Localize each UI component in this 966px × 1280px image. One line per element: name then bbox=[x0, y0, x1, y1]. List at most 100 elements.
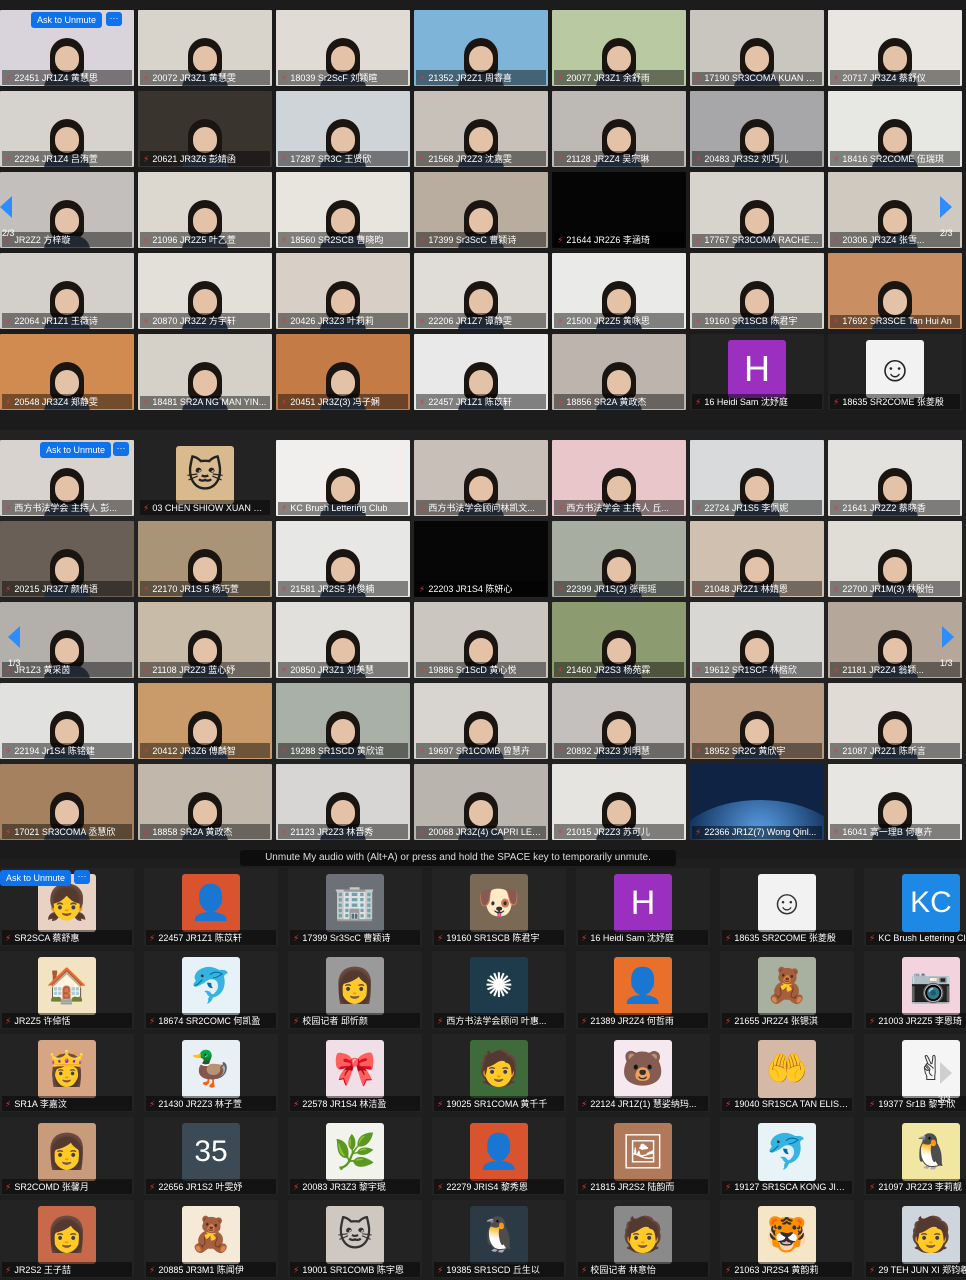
participant-tile[interactable]: 🐬 ⚡ 18674 SR2COMC 何凯盈 bbox=[144, 951, 278, 1029]
participant-tile[interactable]: ⚡ 20870 JR3Z2 方宇轩 bbox=[138, 253, 272, 329]
more-options-button[interactable]: ··· bbox=[74, 870, 90, 884]
previous-page-icon[interactable] bbox=[0, 196, 12, 218]
participant-tile[interactable]: 🐬 ⚡ 19127 SR1SCA KONG JIA... bbox=[720, 1117, 854, 1195]
participant-tile[interactable]: ⚡ 21087 JR2Z1 陈昕言 bbox=[828, 683, 962, 759]
participant-tile[interactable]: ⚡ 18952 SR2C 黄欣宇 bbox=[690, 683, 824, 759]
participant-tile[interactable]: ⚡ 21460 JR2S3 杨苑霖 bbox=[552, 602, 686, 678]
participant-tile[interactable]: ⚡ 20483 JR3S2 刘巧儿 bbox=[690, 91, 824, 167]
participant-tile[interactable]: 👩 ⚡ SR2COMD 张馨月 bbox=[0, 1117, 134, 1195]
participant-tile[interactable]: 🐱 ⚡ 19001 SR1COMB 陈宇恩 bbox=[288, 1200, 422, 1278]
participant-tile[interactable]: ⚡ 17021 SR3COMA 丞慧欣 bbox=[0, 764, 134, 840]
participant-tile[interactable]: ⚡ 20215 JR3Z7 颜倩语 bbox=[0, 521, 134, 597]
participant-tile[interactable]: ✺ ⚡ 西方书法学会顾问 叶惠... bbox=[432, 951, 566, 1029]
participant-tile[interactable]: ⚡ 20451 JR3Z(3) 冯子娴 bbox=[276, 334, 410, 410]
participant-tile[interactable]: 👤 ⚡ 22279 JRIS4 黎秀恩 bbox=[432, 1117, 566, 1195]
participant-tile[interactable]: ⚡ 22170 JR1S 5 杨巧萱 bbox=[138, 521, 272, 597]
participant-tile[interactable]: ⚡ 22203 JR1S4 陈妍心 bbox=[414, 521, 548, 597]
participant-tile[interactable]: 🐧 ⚡ 21097 JR2Z3 李莉靓 bbox=[864, 1117, 966, 1195]
participant-tile[interactable]: ⚡ 21352 JR2Z1 周睿喜 bbox=[414, 10, 548, 86]
participant-tile[interactable]: ⚡ 18481 SR2A NG MAN YIN... bbox=[138, 334, 272, 410]
participant-tile[interactable]: ⚡ 22206 JR1Z7 谭静雯 bbox=[414, 253, 548, 329]
participant-tile[interactable]: 🧑 ⚡ 校园记者 林意怡 bbox=[576, 1200, 710, 1278]
participant-tile[interactable]: ⚡ 21128 JR2Z4 吴宗琳 bbox=[552, 91, 686, 167]
participant-tile[interactable]: H ⚡ 16 Heidi Sam 沈妤庭 bbox=[576, 868, 710, 946]
participant-tile[interactable]: ⚡ 19886 Sr1ScD 黄心悦 bbox=[414, 602, 548, 678]
participant-tile[interactable]: ⚡ 17190 SR3COMA KUAN K... bbox=[690, 10, 824, 86]
participant-tile[interactable]: 🐱 ⚡ 03 CHEN SHIOW XUAN 曾晓... bbox=[138, 440, 272, 516]
participant-tile[interactable]: ⚡ 18039 Sr2ScF 刘颖暄 bbox=[276, 10, 410, 86]
participant-tile[interactable]: ⚡ 22294 JR1Z4 吕洧萱 bbox=[0, 91, 134, 167]
participant-tile[interactable]: ⚡ 20621 JR3Z6 彭婧函 bbox=[138, 91, 272, 167]
participant-tile[interactable]: ⚡ 19160 SR1SCB 陈君宇 bbox=[690, 253, 824, 329]
participant-tile[interactable]: ⚡ 21568 JR2Z3 沈嘉雯 bbox=[414, 91, 548, 167]
participant-tile[interactable]: 🐯 ⚡ 21063 JR2S4 黄韵莉 bbox=[720, 1200, 854, 1278]
participant-tile[interactable]: 👩 ⚡ 校园记者 邱忻颜 bbox=[288, 951, 422, 1029]
participant-tile[interactable]: ⚡ 22457 JR1Z1 陈苡轩 bbox=[414, 334, 548, 410]
more-options-button[interactable]: ··· bbox=[113, 442, 129, 456]
participant-tile[interactable]: ⚡ 西方书法学会顾问林凯文... bbox=[414, 440, 548, 516]
participant-tile[interactable]: ⚡ 17399 Sr3ScC 曹颖诗 bbox=[414, 172, 548, 248]
participant-tile[interactable]: 🌿 ⚡ 20083 JR3Z3 黎宇珉 bbox=[288, 1117, 422, 1195]
participant-tile[interactable]: ⚡ 22064 JR1Z1 王薇诗 bbox=[0, 253, 134, 329]
participant-tile[interactable]: ⚡ 21644 JR2Z6 李涵琦 bbox=[552, 172, 686, 248]
participant-tile[interactable]: 🖼 ⚡ 21815 JR2S2 陆韵而 bbox=[576, 1117, 710, 1195]
participant-tile[interactable]: ⚡ 21500 JR2Z5 黄咏思 bbox=[552, 253, 686, 329]
participant-tile[interactable]: 👸 ⚡ SR1A 李嘉汶 bbox=[0, 1034, 134, 1112]
participant-tile[interactable]: ⚡ 20426 JR3Z3 叶莉莉 bbox=[276, 253, 410, 329]
participant-tile[interactable]: ⚡ 18858 SR2A 黄政杰 bbox=[138, 764, 272, 840]
participant-tile[interactable]: 🎀 ⚡ 22578 JR1S4 林洁盈 bbox=[288, 1034, 422, 1112]
participant-tile[interactable]: ⚡ 22700 JR1M(3) 林殷怡 bbox=[828, 521, 962, 597]
participant-tile[interactable]: ⚡ KC Brush Lettering Club bbox=[276, 440, 410, 516]
participant-tile[interactable]: ⚡ 20850 JR3Z1 刘美慧 bbox=[276, 602, 410, 678]
participant-tile[interactable]: ⚡ 20072 JR3Z1 黄慧雯 bbox=[138, 10, 272, 86]
participant-tile[interactable]: ☺ ⚡ 18635 SR2COME 张菱殷 bbox=[720, 868, 854, 946]
participant-tile[interactable]: ⚡ 21641 JR2Z2 蔡晓香 bbox=[828, 440, 962, 516]
participant-tile[interactable]: 🏠 ⚡ JR2Z5 许倬恬 bbox=[0, 951, 134, 1029]
participant-tile[interactable]: ⚡ 17692 SR3SCE Tan Hui An bbox=[828, 253, 962, 329]
participant-tile[interactable]: ⚡ 20717 JR3Z4 蔡舒仪 bbox=[828, 10, 962, 86]
participant-tile[interactable]: H ⚡ 16 Heidi Sam 沈妤庭 bbox=[690, 334, 824, 410]
participant-tile[interactable]: ⚡ 19288 SR1SCD 黄欣谊 bbox=[276, 683, 410, 759]
participant-tile[interactable]: 🐧 ⚡ 19385 SR1SCD 丘生以 bbox=[432, 1200, 566, 1278]
participant-tile[interactable]: ⚡ 19697 SR1COMB 曾慧卉 bbox=[414, 683, 548, 759]
ask-to-unmute-button[interactable]: Ask to Unmute bbox=[31, 12, 103, 28]
participant-tile[interactable]: ⚡ 22724 JR1S5 李佩妮 bbox=[690, 440, 824, 516]
participant-tile[interactable]: 🧸 ⚡ 20885 JR3M1 陈闻伊 bbox=[144, 1200, 278, 1278]
participant-tile[interactable]: ⚡ 22366 JR1Z(7) Wong Qinl... bbox=[690, 764, 824, 840]
participant-tile[interactable]: 🧑 ⚡ 19025 SR1COMA 黄千千 bbox=[432, 1034, 566, 1112]
participant-tile[interactable]: ⚡ 22194 Jr1S4 陈铭建 bbox=[0, 683, 134, 759]
participant-tile[interactable]: 🧑 ⚡ 29 TEH JUN XI 郑钧羲 bbox=[864, 1200, 966, 1278]
participant-tile[interactable]: ⚡ 16041 高一理B 何惠卉 bbox=[828, 764, 962, 840]
participant-tile[interactable]: ⚡ 21096 JR2Z5 叶乙萱 bbox=[138, 172, 272, 248]
ask-to-unmute-button[interactable]: Ask to Unmute bbox=[40, 442, 112, 458]
next-page-icon[interactable] bbox=[942, 626, 954, 648]
participant-tile[interactable]: ⚡ JR2Z2 方梓璇 bbox=[0, 172, 134, 248]
participant-tile[interactable]: ⚡ 20548 JR3Z4 郑静雯 bbox=[0, 334, 134, 410]
participant-tile[interactable]: 🧸 ⚡ 21655 JR2Z4 张锶淇 bbox=[720, 951, 854, 1029]
participant-tile[interactable]: ⚡ 18416 SR2COME 伍瑞琪 bbox=[828, 91, 962, 167]
participant-tile[interactable]: ⚡ 21581 JR2S5 孙俊楠 bbox=[276, 521, 410, 597]
participant-tile[interactable]: ⚡ 18856 SR2A 黄政杰 bbox=[552, 334, 686, 410]
participant-tile[interactable]: ⚡ 20077 JR3Z1 余舒雨 bbox=[552, 10, 686, 86]
participant-tile[interactable]: ⚡ 17287 SR3C 王贤欣 bbox=[276, 91, 410, 167]
participant-tile[interactable]: ⚡ 21048 JR2Z1 林婧恩 bbox=[690, 521, 824, 597]
participant-tile[interactable]: 🤲 ⚡ 19040 SR1SCA TAN ELISE... bbox=[720, 1034, 854, 1112]
participant-tile[interactable]: ⚡ 21015 JR2Z3 苏可儿 bbox=[552, 764, 686, 840]
participant-tile[interactable]: ⚡ 西方书法学会 主持人 丘... bbox=[552, 440, 686, 516]
previous-page-icon[interactable] bbox=[8, 626, 20, 648]
participant-tile[interactable]: ⚡ 20892 JR3Z3 刘明慧 bbox=[552, 683, 686, 759]
participant-tile[interactable]: 🐻 ⚡ 22124 JR1Z(1) 慧娑纳玛... bbox=[576, 1034, 710, 1112]
participant-tile[interactable]: ⚡ 22399 JR1S(2) 张雨瑶 bbox=[552, 521, 686, 597]
participant-tile[interactable]: ☺ ⚡ 18635 SR2COME 张菱殷 bbox=[828, 334, 962, 410]
participant-tile[interactable]: 🦆 ⚡ 21430 JR2Z3 林子萱 bbox=[144, 1034, 278, 1112]
participant-tile[interactable]: 📷 ⚡ 21003 JR2Z5 李恩琦 bbox=[864, 951, 966, 1029]
participant-tile[interactable]: 🐶 ⚡ 19160 SR1SCB 陈君宇 bbox=[432, 868, 566, 946]
next-page-icon[interactable] bbox=[940, 196, 952, 218]
participant-tile[interactable]: ⚡ 18560 SR2SCB 曹晓昀 bbox=[276, 172, 410, 248]
participant-tile[interactable]: 👩 ⚡ JR2S2 王子喆 bbox=[0, 1200, 134, 1278]
participant-tile[interactable]: 🏢 ⚡ 17399 Sr3ScC 曹颖诗 bbox=[288, 868, 422, 946]
participant-tile[interactable]: ⚡ 21108 JR2Z3 蓝心妤 bbox=[138, 602, 272, 678]
participant-tile[interactable]: ⚡ 19612 SR1SCF 林楷欣 bbox=[690, 602, 824, 678]
participant-tile[interactable]: KC ⚡ KC Brush Lettering Club bbox=[864, 868, 966, 946]
participant-tile[interactable]: ⚡ 21123 JR2Z3 林晋秀 bbox=[276, 764, 410, 840]
